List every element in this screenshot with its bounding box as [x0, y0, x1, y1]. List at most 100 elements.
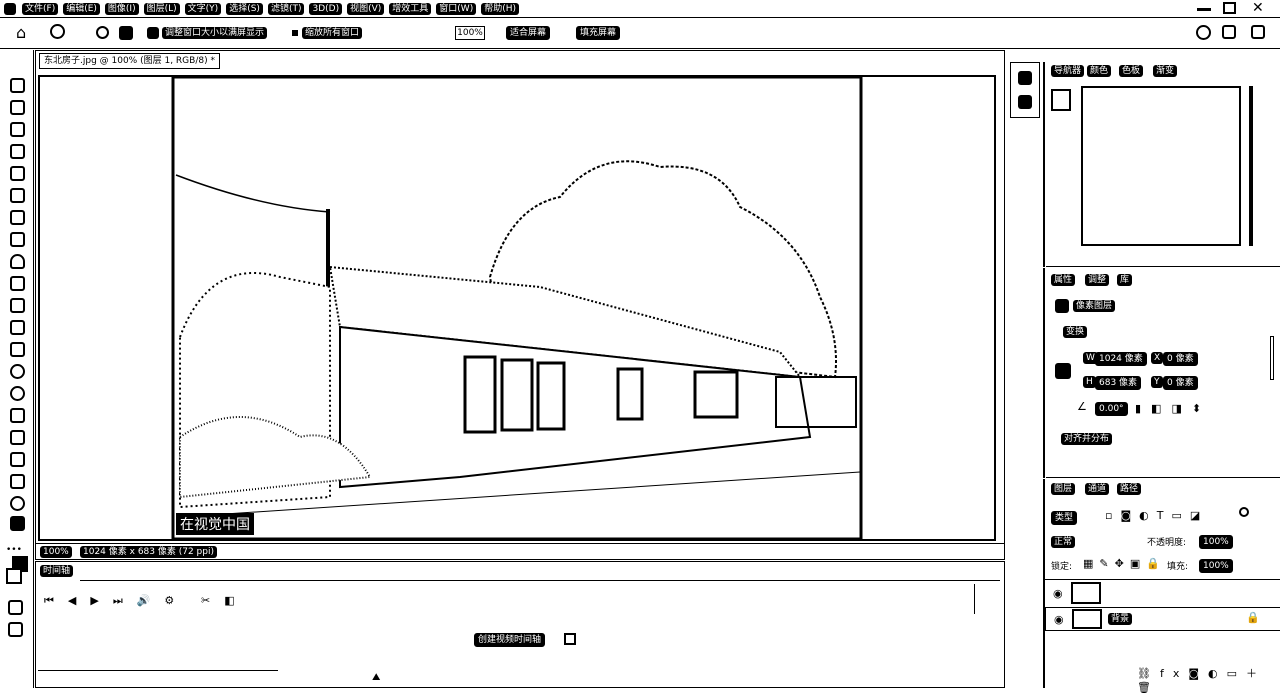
menu-filter[interactable]: 滤镜(T): [267, 2, 305, 15]
artboard-tool-icon[interactable]: [10, 100, 25, 115]
zoom-tool-icon[interactable]: [10, 516, 25, 531]
marquee-tool-icon[interactable]: [10, 122, 25, 137]
background-color-swatch[interactable]: [6, 568, 22, 584]
tab-gradients[interactable]: 渐变: [1153, 65, 1178, 77]
menu-select[interactable]: 选择(S): [226, 2, 263, 15]
tab-navigator[interactable]: 导航器: [1051, 65, 1085, 77]
timeline-tab[interactable]: 时间轴: [40, 565, 74, 577]
angle-field[interactable]: 0.00°: [1095, 402, 1128, 416]
tab-channels[interactable]: 通道: [1085, 483, 1110, 495]
align-distribute-section[interactable]: 对齐并分布: [1061, 433, 1113, 445]
tab-properties[interactable]: 属性: [1051, 274, 1076, 286]
menu-edit[interactable]: 编辑(E): [63, 2, 100, 15]
tab-swatches[interactable]: 色板: [1119, 65, 1144, 77]
search-icon[interactable]: [1196, 25, 1211, 40]
menu-type[interactable]: 文字(Y): [184, 2, 222, 15]
menu-plugins[interactable]: 增效工具: [389, 2, 432, 15]
fill-screen-button[interactable]: 填充屏幕: [576, 26, 621, 40]
blend-mode-select[interactable]: 正常: [1051, 536, 1076, 548]
clone-stamp-tool-icon[interactable]: [10, 276, 25, 291]
menu-view[interactable]: 视图(V): [347, 2, 385, 15]
menu-3d[interactable]: 3D(D): [309, 2, 343, 15]
home-icon[interactable]: ⌂: [16, 25, 26, 41]
workspace-icon[interactable]: [1222, 25, 1236, 39]
opacity-field[interactable]: 100%: [1199, 535, 1233, 549]
screen-mode-icon[interactable]: [8, 622, 23, 637]
restore-icon[interactable]: [1223, 2, 1236, 14]
menu-file[interactable]: 文件(F): [22, 2, 59, 15]
zoom-in-icon[interactable]: [96, 26, 109, 39]
history-icon[interactable]: [1018, 71, 1032, 85]
pen-tool-icon[interactable]: [10, 408, 25, 423]
y-field[interactable]: 0 像素: [1163, 376, 1198, 390]
lasso-tool-icon[interactable]: [10, 144, 25, 159]
rectangle-tool-icon[interactable]: [10, 474, 25, 489]
status-zoom[interactable]: 100%: [40, 546, 72, 558]
path-select-tool-icon[interactable]: [10, 452, 25, 467]
w-field[interactable]: 1024 像素: [1095, 352, 1147, 366]
move-tool-icon[interactable]: [10, 78, 25, 93]
color-field[interactable]: [1081, 86, 1241, 246]
resize-windows-checkbox[interactable]: [147, 27, 159, 39]
hand-tool-icon[interactable]: [10, 496, 25, 511]
filter-kind-select[interactable]: 类型: [1051, 511, 1078, 525]
h-field[interactable]: 683 像素: [1095, 376, 1142, 390]
timeline-scrollbar[interactable]: [38, 670, 278, 671]
split-controls[interactable]: ✂◧: [201, 594, 249, 607]
x-field[interactable]: 0 像素: [1163, 352, 1198, 366]
crop-tool-icon[interactable]: [10, 188, 25, 203]
eraser-tool-icon[interactable]: [10, 320, 25, 335]
fit-screen-button[interactable]: 适合屏幕: [506, 26, 551, 40]
filter-icons[interactable]: ▫◙◐T▭◪: [1105, 509, 1208, 522]
document-tab[interactable]: 东北房子.jpg @ 100% (图层 1, RGB/8) *: [39, 53, 220, 69]
gradient-tool-icon[interactable]: [10, 342, 25, 357]
brush-tool-icon[interactable]: [10, 254, 25, 269]
blur-tool-icon[interactable]: [10, 364, 25, 379]
zoom-tool-preset-icon[interactable]: [50, 24, 65, 39]
layer-name[interactable]: 背景: [1108, 613, 1133, 625]
menu-help[interactable]: 帮助(H): [481, 2, 519, 15]
close-icon[interactable]: ✕: [1252, 0, 1264, 16]
tab-color[interactable]: 颜色: [1087, 65, 1112, 77]
timeline-zoom-icon[interactable]: ⛰: [372, 672, 380, 683]
history-brush-tool-icon[interactable]: [10, 298, 25, 313]
tab-layers[interactable]: 图层: [1051, 483, 1076, 495]
layer-bottom-icons[interactable]: ⛓fx◙◐▭＋🗑: [1137, 665, 1280, 694]
visibility-eye-icon[interactable]: ◉: [1054, 613, 1064, 626]
fill-field[interactable]: 100%: [1199, 559, 1233, 573]
healing-brush-tool-icon[interactable]: [10, 232, 25, 247]
timeline-scroll[interactable]: [974, 584, 975, 614]
more-tools-icon[interactable]: •••: [6, 545, 22, 555]
lock-icons[interactable]: ▦✎✥▣🔒: [1083, 557, 1166, 570]
tab-paths[interactable]: 路径: [1117, 483, 1142, 495]
dodge-tool-icon[interactable]: [10, 386, 25, 401]
fg-color-preview[interactable]: [1051, 89, 1071, 111]
minimize-icon[interactable]: [1197, 8, 1211, 11]
zoom-value-field[interactable]: 100%: [455, 26, 485, 40]
menu-image[interactable]: 图像(I): [104, 2, 139, 15]
comments-icon[interactable]: [1018, 95, 1032, 109]
layer-row-1[interactable]: ◉: [1045, 581, 1280, 605]
visibility-eye-icon[interactable]: ◉: [1053, 587, 1063, 600]
tab-libraries[interactable]: 库: [1117, 274, 1133, 286]
properties-scrollbar[interactable]: [1270, 336, 1274, 380]
hue-slider[interactable]: [1249, 86, 1253, 246]
filter-toggle-icon[interactable]: [1239, 507, 1249, 517]
zoom-out-icon[interactable]: [119, 26, 133, 40]
share-icon[interactable]: [1251, 25, 1265, 39]
transform-section[interactable]: 变换: [1063, 326, 1088, 338]
type-tool-icon[interactable]: [10, 430, 25, 445]
menu-window[interactable]: 窗口(W): [436, 2, 477, 15]
eyedropper-tool-icon[interactable]: [10, 210, 25, 225]
layer-row-2[interactable]: ◉ 背景 🔒: [1045, 607, 1280, 631]
tab-adjustments[interactable]: 调整: [1085, 274, 1110, 286]
canvas-area[interactable]: 在视觉中国: [38, 75, 996, 541]
flip-icons[interactable]: ▮◧◨⬍: [1135, 402, 1211, 415]
object-select-tool-icon[interactable]: [10, 166, 25, 181]
timeline-options-icon[interactable]: [564, 633, 576, 645]
playback-controls[interactable]: ⏮◀▶⏭🔊⚙: [44, 594, 188, 608]
link-icon[interactable]: [1055, 363, 1071, 379]
quick-mask-icon[interactable]: [8, 600, 23, 615]
create-video-timeline-button[interactable]: 创建视频时间轴: [474, 633, 546, 647]
menu-layer[interactable]: 图层(L): [143, 2, 180, 15]
